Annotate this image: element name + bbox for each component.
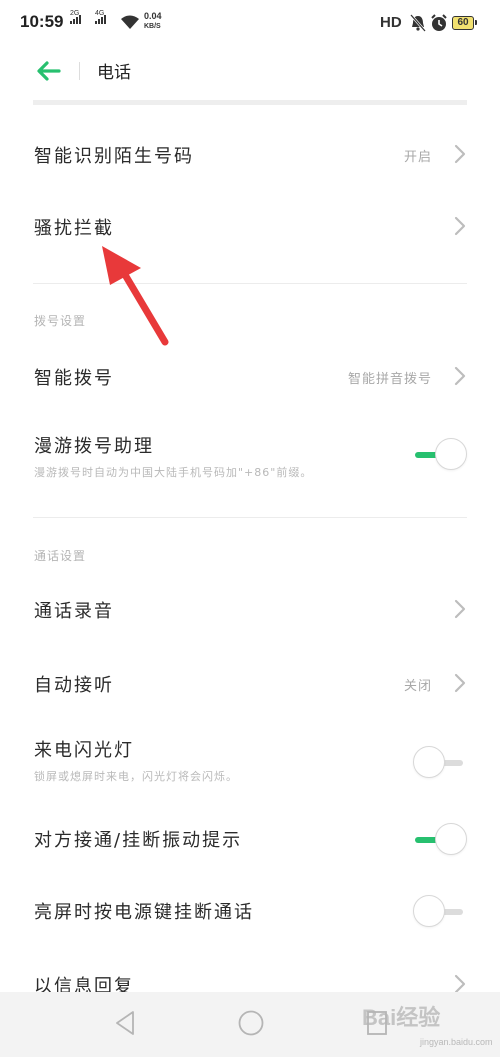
status-time: 10:59 — [20, 12, 64, 31]
nav-back-icon[interactable] — [112, 1008, 138, 1038]
setting-incoming-flash: 来电闪光灯 锁屏或熄屏时来电，闪光灯将会闪烁。 — [0, 728, 500, 808]
setting-harassment-block[interactable]: 骚扰拦截 — [0, 192, 500, 262]
setting-title: 智能拨号 — [34, 368, 114, 389]
setting-title: 骚扰拦截 — [34, 218, 114, 239]
setting-connect-vibrate: 对方接通/挂断振动提示 — [0, 810, 500, 872]
network-speed-value: 0.04 — [144, 11, 162, 21]
header-divider — [33, 100, 467, 105]
section-label-dial: 拨号设置 — [34, 314, 87, 328]
page-title: 电话 — [97, 63, 131, 83]
title-bar: 电话 — [0, 48, 500, 98]
setting-roaming-assistant: 漫游拨号助理 漫游拨号时自动为中国大陆手机号码加"+86"前缀。 — [0, 420, 500, 500]
chevron-right-icon — [454, 599, 466, 619]
power-hangup-toggle[interactable] — [413, 895, 467, 929]
chevron-right-icon — [454, 216, 466, 236]
setting-value: 开启 — [403, 150, 432, 165]
section-divider — [33, 517, 467, 518]
bell-muted-icon — [410, 14, 426, 32]
chevron-right-icon — [454, 366, 466, 386]
alarm-icon — [431, 14, 447, 31]
wifi-icon — [121, 15, 139, 29]
signal-icon-2 — [95, 15, 106, 24]
back-arrow-icon[interactable] — [34, 56, 64, 86]
toggle-knob — [435, 438, 467, 470]
chevron-right-icon — [454, 673, 466, 693]
vibrate-toggle[interactable] — [413, 823, 467, 857]
setting-title: 自动接听 — [34, 675, 114, 696]
setting-title: 智能识别陌生号码 — [34, 146, 194, 167]
watermark-url: jingyan.baidu.com — [420, 1037, 493, 1047]
hd-voice-label: HD — [380, 14, 402, 31]
network-speed: 0.04 KB/S — [144, 12, 162, 31]
setting-title: 通话录音 — [34, 601, 114, 622]
setting-power-hangup: 亮屏时按电源键挂断通话 — [0, 882, 500, 944]
setting-title: 来电闪光灯 — [34, 740, 134, 761]
setting-subtitle: 锁屏或熄屏时来电，闪光灯将会闪烁。 — [34, 770, 238, 783]
setting-auto-answer[interactable]: 自动接听 关闭 — [0, 649, 500, 719]
toggle-knob — [413, 895, 445, 927]
signal-icon-1 — [70, 15, 81, 24]
section-divider — [33, 283, 467, 284]
title-divider — [79, 62, 80, 80]
setting-title: 亮屏时按电源键挂断通话 — [34, 902, 254, 923]
setting-title: 漫游拨号助理 — [34, 436, 154, 457]
setting-smart-identify[interactable]: 智能识别陌生号码 开启 — [0, 120, 500, 190]
section-label-call: 通话设置 — [34, 549, 87, 563]
toggle-knob — [413, 746, 445, 778]
nav-home-icon[interactable] — [236, 1008, 266, 1038]
setting-value: 关闭 — [403, 679, 432, 694]
setting-subtitle: 漫游拨号时自动为中国大陆手机号码加"+86"前缀。 — [34, 466, 313, 479]
flash-toggle[interactable] — [413, 746, 467, 780]
setting-sms-reply[interactable]: 以信息回复 — [0, 955, 500, 997]
network-speed-unit: KB/S — [144, 23, 161, 30]
toggle-knob — [435, 823, 467, 855]
setting-title: 对方接通/挂断振动提示 — [34, 830, 243, 851]
chevron-right-icon — [454, 144, 466, 164]
setting-smart-dial[interactable]: 智能拨号 智能拼音拨号 — [0, 342, 500, 412]
setting-value: 智能拼音拨号 — [347, 372, 432, 387]
watermark-logo: Bai经验 — [362, 1005, 441, 1030]
status-bar: 10:59 2G 4G 0.04 KB/S HD 60 — [0, 0, 500, 48]
battery-indicator: 60 — [452, 16, 477, 30]
setting-call-recording[interactable]: 通话录音 — [0, 575, 500, 645]
roaming-toggle[interactable] — [413, 438, 467, 472]
